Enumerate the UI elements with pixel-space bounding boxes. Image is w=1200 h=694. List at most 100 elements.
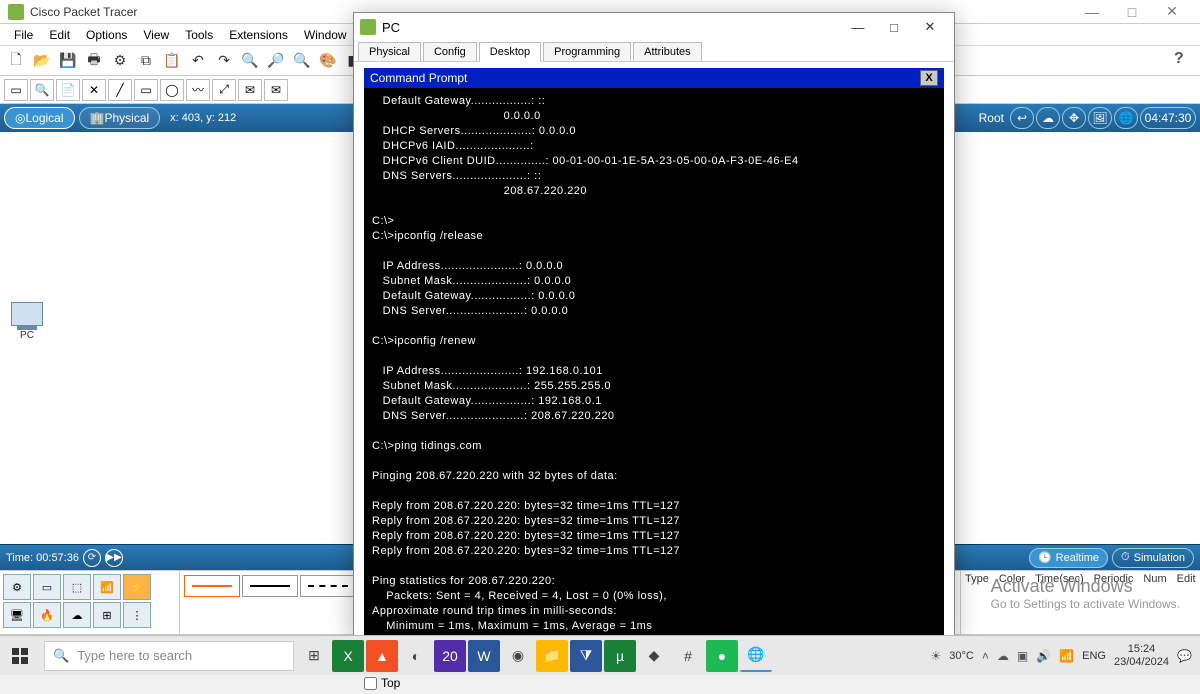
taskbar-search[interactable]: 🔍 Type here to search	[44, 641, 294, 671]
help-icon[interactable]: ?	[1174, 50, 1196, 72]
cat-router-icon[interactable]: ⚙	[3, 574, 31, 600]
cat-multi-icon[interactable]: ⋮	[123, 602, 151, 628]
pdu-complex-tool[interactable]: ✉	[264, 79, 288, 101]
cat-connections-icon[interactable]: ⚡	[123, 574, 151, 600]
menu-view[interactable]: View	[135, 26, 177, 44]
menu-tools[interactable]: Tools	[177, 26, 221, 44]
menu-options[interactable]: Options	[78, 26, 135, 44]
explorer-icon[interactable]: 📁	[536, 640, 568, 672]
start-button[interactable]	[0, 636, 40, 676]
new-icon[interactable]: 🗋	[4, 49, 28, 73]
fast-forward-button[interactable]: ▶▶	[105, 549, 123, 567]
tab-physical[interactable]: Physical	[358, 42, 421, 61]
tab-attributes[interactable]: Attributes	[633, 42, 701, 61]
device-pc[interactable]: PC	[8, 302, 46, 350]
nav-bg-icon[interactable]: 🖼	[1088, 107, 1112, 129]
excel-icon[interactable]: X	[332, 640, 364, 672]
utorrent-icon[interactable]: µ	[604, 640, 636, 672]
pc-dialog-titlebar[interactable]: PC — □ ✕	[354, 13, 954, 41]
wizard-icon[interactable]: ⚙	[108, 49, 132, 73]
redo-icon[interactable]: ↷	[212, 49, 236, 73]
zoomreset-icon[interactable]: 🔎	[264, 49, 288, 73]
open-icon[interactable]: 📂	[30, 49, 54, 73]
tray-chevron-icon[interactable]: ˄	[982, 649, 989, 663]
draw-ellipse-tool[interactable]: ◯	[160, 79, 184, 101]
notifications-icon[interactable]: 💬	[1177, 649, 1192, 663]
tab-desktop[interactable]: Desktop	[479, 42, 541, 62]
cat-wireless-icon[interactable]: 📶	[93, 574, 121, 600]
minimize-button[interactable]: —	[1072, 4, 1112, 20]
wifi-icon[interactable]: 📶	[1059, 649, 1074, 663]
close-button[interactable]: ✕	[1152, 3, 1192, 20]
power-cycle-button[interactable]: ⟳	[83, 549, 101, 567]
taskbar-clock[interactable]: 15:24 23/04/2024	[1114, 643, 1169, 669]
draw-free-tool[interactable]: 〰	[186, 79, 210, 101]
menu-file[interactable]: File	[6, 26, 41, 44]
palette-icon[interactable]: 🎨	[316, 49, 340, 73]
zoomout-icon[interactable]: 🔍	[290, 49, 314, 73]
draw-rect-tool[interactable]: ▭	[134, 79, 158, 101]
tab-programming[interactable]: Programming	[543, 42, 631, 61]
nav-move-icon[interactable]: ✥	[1062, 107, 1086, 129]
maximize-button[interactable]: □	[1112, 4, 1152, 20]
weather-temp[interactable]: 30°C	[949, 650, 974, 662]
volume-icon[interactable]: 🔊	[1036, 649, 1051, 663]
top-checkbox[interactable]	[364, 677, 377, 690]
realtime-mode-button[interactable]: 🕒 Realtime	[1029, 548, 1108, 568]
chrome-icon[interactable]: ◉	[502, 640, 534, 672]
slack-icon[interactable]: #	[672, 640, 704, 672]
zoomin-icon[interactable]: 🔍	[238, 49, 262, 73]
inspect-tool[interactable]: 🔍	[30, 79, 54, 101]
nav-back-icon[interactable]: ↩	[1010, 107, 1034, 129]
menu-edit[interactable]: Edit	[41, 26, 78, 44]
app-icon-2[interactable]: 20	[434, 640, 466, 672]
simulation-mode-button[interactable]: ⏱ Simulation	[1112, 548, 1194, 568]
pc-minimize-button[interactable]: —	[840, 13, 876, 41]
draw-line-tool[interactable]: ╱	[108, 79, 132, 101]
command-prompt-terminal[interactable]: Default Gateway.................: :: 0.0…	[364, 88, 944, 670]
command-prompt-close-button[interactable]: X	[920, 70, 938, 86]
cat-switch-icon[interactable]: ▭	[33, 574, 61, 600]
cat-custom-icon[interactable]: ⊞	[93, 602, 121, 628]
physical-view-button[interactable]: 🏢 Physical	[79, 107, 161, 129]
nav-cloud-icon[interactable]: ☁	[1036, 107, 1060, 129]
vlc-icon[interactable]: ▲	[366, 640, 398, 672]
app-icon-3[interactable]: ◆	[638, 640, 670, 672]
word-icon[interactable]: W	[468, 640, 500, 672]
resize-tool[interactable]: ⤢	[212, 79, 236, 101]
vscode-icon[interactable]: ⧩	[570, 640, 602, 672]
cat-hub-icon[interactable]: ⬚	[63, 574, 91, 600]
conn-copper-straight[interactable]	[300, 575, 356, 597]
pdu-simple-tool[interactable]: ✉	[238, 79, 262, 101]
menu-extensions[interactable]: Extensions	[221, 26, 296, 44]
cat-security-icon[interactable]: 🔥	[33, 602, 61, 628]
nav-viewport-icon[interactable]: 🌐	[1114, 107, 1138, 129]
print-icon[interactable]: 🖶	[82, 49, 106, 73]
spotify-icon[interactable]: ●	[706, 640, 738, 672]
col-type: Type	[965, 573, 989, 585]
pc-close-button[interactable]: ✕	[912, 13, 948, 41]
task-view-icon[interactable]: ⊞	[298, 640, 330, 672]
note-tool[interactable]: 📄	[56, 79, 80, 101]
undo-icon[interactable]: ↶	[186, 49, 210, 73]
onedrive-icon[interactable]: ☁	[997, 649, 1009, 663]
menu-window[interactable]: Window	[296, 26, 355, 44]
app-icon-1[interactable]: ◐	[400, 640, 432, 672]
delete-tool[interactable]: ✕	[82, 79, 106, 101]
save-icon[interactable]: 💾	[56, 49, 80, 73]
paste-icon[interactable]: 📋	[160, 49, 184, 73]
cat-wan-icon[interactable]: ☁	[63, 602, 91, 628]
conn-auto[interactable]	[184, 575, 240, 597]
pc-maximize-button[interactable]: □	[876, 13, 912, 41]
root-label[interactable]: Root	[979, 111, 1004, 125]
tab-config[interactable]: Config	[423, 42, 477, 61]
select-tool[interactable]: ▭	[4, 79, 28, 101]
cat-end-icon[interactable]: 🖥	[3, 602, 31, 628]
logical-view-button[interactable]: ◎ Logical	[4, 107, 75, 129]
battery-icon[interactable]: ▣	[1017, 649, 1028, 663]
weather-icon[interactable]: ☀	[931, 649, 942, 663]
copy-icon[interactable]: ⧉	[134, 49, 158, 73]
lang-indicator[interactable]: ENG	[1082, 650, 1106, 662]
packet-tracer-taskbar-icon[interactable]: 🌐	[740, 640, 772, 672]
conn-console[interactable]	[242, 575, 298, 597]
